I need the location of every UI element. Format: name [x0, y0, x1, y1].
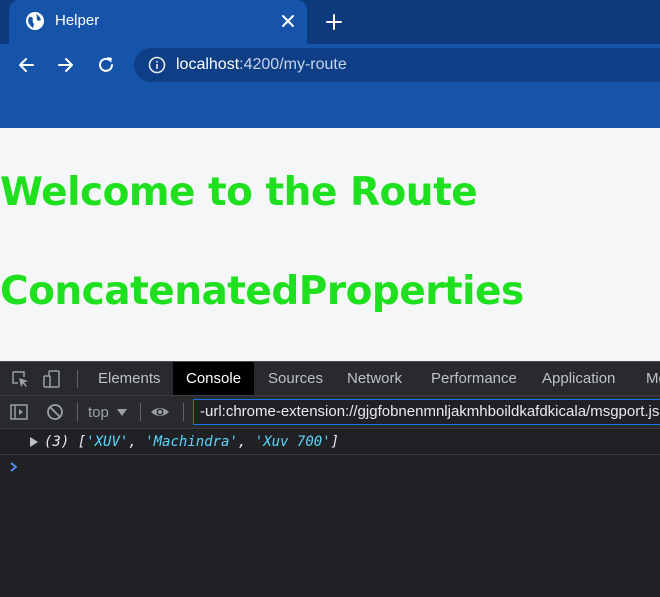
console-toolbar: top -url:chrome-extension://gjgfobnenmnl… — [0, 395, 660, 429]
device-toolbar-icon[interactable] — [42, 369, 62, 389]
array-open-bracket: [ — [77, 434, 87, 450]
tab-network[interactable]: Network — [347, 362, 402, 395]
globe-icon — [26, 12, 44, 30]
info-icon[interactable] — [148, 56, 166, 74]
context-selector[interactable]: top — [88, 404, 109, 421]
show-sidebar-icon[interactable] — [9, 402, 29, 422]
toolbar-divider — [77, 403, 78, 421]
url-host: localhost — [176, 56, 240, 73]
page-heading-property: ConcatenatedProperties — [0, 269, 524, 314]
tab-application[interactable]: Application — [542, 362, 615, 395]
browser-toolbar: localhost:4200/my-route — [0, 44, 660, 128]
console-filter-input[interactable]: -url:chrome-extension://gjgfobnenmnljakm… — [193, 399, 660, 425]
toolbar-divider — [183, 403, 184, 421]
array-item: 'XUV' — [86, 434, 129, 450]
toolbar-divider — [140, 403, 141, 421]
url-path: :4200/my-route — [239, 56, 347, 73]
back-arrow-icon[interactable] — [15, 54, 37, 76]
console-message: (3) ['XUV', 'Machindra', 'Xuv 700'] — [0, 429, 660, 455]
url-text: localhost:4200/my-route — [176, 56, 347, 74]
array-separator: , — [237, 434, 255, 450]
clear-console-icon[interactable] — [45, 402, 65, 422]
tab-console[interactable]: Console — [173, 362, 255, 395]
array-count: (3) — [44, 434, 70, 450]
chevron-down-icon[interactable] — [117, 409, 127, 417]
inspect-element-icon[interactable] — [10, 369, 30, 389]
plus-icon[interactable] — [324, 12, 344, 32]
array-close-bracket: ] — [330, 434, 340, 450]
forward-arrow-icon[interactable] — [55, 54, 77, 76]
array-item: 'Xuv 700' — [254, 434, 331, 450]
tab-memory[interactable]: Me — [646, 362, 660, 395]
page-heading-welcome: Welcome to the Route — [0, 170, 478, 215]
toolbar-divider — [77, 370, 78, 388]
devtools-tab-bar: Elements Console Sources Network Perform… — [0, 361, 660, 395]
console-log-array[interactable]: (3) ['XUV', 'Machindra', 'Xuv 700'] — [44, 434, 339, 450]
page-content: Welcome to the Route ConcatenatedPropert… — [0, 128, 660, 361]
address-bar[interactable]: localhost:4200/my-route — [134, 48, 660, 82]
live-expression-icon[interactable] — [150, 402, 170, 422]
console-prompt-icon[interactable] — [9, 461, 19, 473]
tab-elements[interactable]: Elements — [98, 362, 161, 395]
tab-sources[interactable]: Sources — [268, 362, 323, 395]
array-separator: , — [128, 434, 146, 450]
tab-strip: Helper — [0, 0, 660, 44]
browser-tab[interactable]: Helper — [9, 0, 307, 44]
tab-performance[interactable]: Performance — [431, 362, 517, 395]
array-item: 'Machindra' — [145, 434, 238, 450]
close-icon[interactable] — [279, 12, 297, 30]
expand-arrow-icon[interactable] — [30, 437, 38, 447]
reload-icon[interactable] — [95, 54, 117, 76]
tab-title: Helper — [55, 12, 100, 29]
